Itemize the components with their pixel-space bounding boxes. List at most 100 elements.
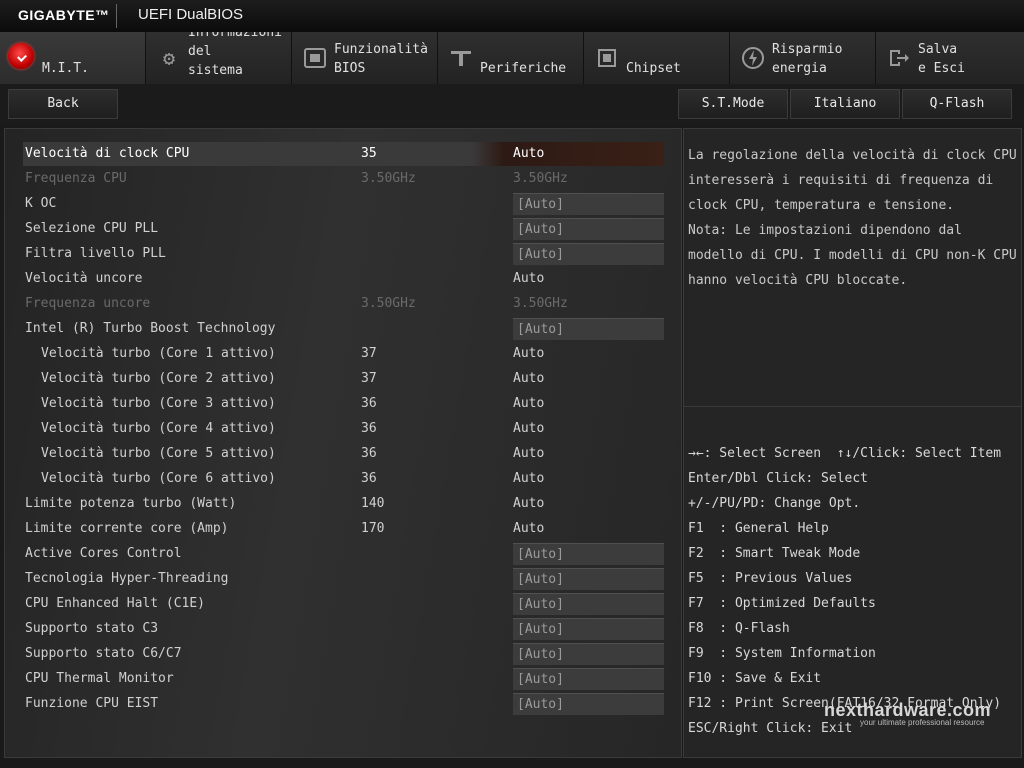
title-divider xyxy=(116,4,117,28)
tab-save-exit[interactable]: Salva e Esci xyxy=(876,32,1024,84)
brand-logo: GIGABYTE™ xyxy=(18,7,110,23)
bios-icon xyxy=(302,46,328,70)
setting-option-value[interactable]: Auto xyxy=(513,518,664,540)
setting-option-value[interactable]: Auto xyxy=(513,343,664,365)
tab-power[interactable]: Risparmio energia xyxy=(730,32,876,84)
setting-option-value[interactable]: [Auto] xyxy=(513,568,664,590)
setting-name: Velocità turbo (Core 1 attivo) xyxy=(41,346,276,361)
setting-option-value[interactable]: Auto xyxy=(513,143,664,165)
setting-current-value: 36 xyxy=(361,471,377,486)
tab-mit[interactable]: M.I.T. xyxy=(0,32,146,84)
setting-option-value[interactable]: Auto xyxy=(513,418,664,440)
setting-row[interactable]: CPU Thermal Monitor [Auto] xyxy=(5,667,681,691)
setting-row[interactable]: CPU Enhanced Halt (C1E) [Auto] xyxy=(5,592,681,616)
setting-option-value[interactable]: Auto xyxy=(513,493,664,515)
setting-name: K OC xyxy=(25,196,57,211)
setting-current-value: 36 xyxy=(361,396,377,411)
key-help-line: +/-/PU/PD: Change Opt. xyxy=(688,496,861,511)
tab-system-info[interactable]: ⚙ Informazioni del sistema xyxy=(146,32,292,84)
setting-name: Funzione CPU EIST xyxy=(25,696,159,711)
setting-option-value[interactable]: [Auto] xyxy=(513,193,664,215)
setting-row[interactable]: Frequenza CPU 3.50GHz 3.50GHz xyxy=(5,167,681,191)
key-help-line: Enter/Dbl Click: Select xyxy=(688,471,869,486)
setting-option-value[interactable]: [Auto] xyxy=(513,618,664,640)
setting-name: Velocità turbo (Core 5 attivo) xyxy=(41,446,276,461)
setting-option-value[interactable]: [Auto] xyxy=(513,243,664,265)
setting-row[interactable]: Velocità turbo (Core 5 attivo) 36 Auto xyxy=(5,442,681,466)
setting-row[interactable]: Velocità turbo (Core 3 attivo) 36 Auto xyxy=(5,392,681,416)
setting-row[interactable]: Velocità di clock CPU 35 Auto xyxy=(5,142,681,166)
setting-name: Frequenza uncore xyxy=(25,296,151,311)
title-bar: GIGABYTE™ UEFI DualBIOS xyxy=(0,0,1024,33)
setting-row[interactable]: Selezione CPU PLL [Auto] xyxy=(5,217,681,241)
language-button[interactable]: Italiano xyxy=(790,89,900,119)
setting-name: Selezione CPU PLL xyxy=(25,221,159,236)
setting-option-value[interactable]: [Auto] xyxy=(513,693,664,715)
setting-name: Limite potenza turbo (Watt) xyxy=(25,496,237,511)
tab-peripherals[interactable]: Periferiche xyxy=(438,32,584,84)
setting-option-value[interactable]: Auto xyxy=(513,393,664,415)
setting-name: Supporto stato C6/C7 xyxy=(25,646,182,661)
tab-bios-features[interactable]: Funzionalità BIOS xyxy=(292,32,438,84)
setting-row[interactable]: Velocità turbo (Core 2 attivo) 37 Auto xyxy=(5,367,681,391)
setting-row[interactable]: Velocità turbo (Core 4 attivo) 36 Auto xyxy=(5,417,681,441)
setting-row[interactable]: Frequenza uncore 3.50GHz 3.50GHz xyxy=(5,292,681,316)
setting-option-value[interactable]: [Auto] xyxy=(513,543,664,565)
tab-chipset[interactable]: Chipset xyxy=(584,32,730,84)
key-help-line: F8 : Q-Flash xyxy=(688,621,790,636)
setting-current-value: 170 xyxy=(361,521,385,536)
setting-option-value[interactable]: 3.50GHz xyxy=(513,168,664,190)
setting-row[interactable]: Limite potenza turbo (Watt) 140 Auto xyxy=(5,492,681,516)
setting-row[interactable]: Velocità turbo (Core 6 attivo) 36 Auto xyxy=(5,467,681,491)
setting-current-value: 37 xyxy=(361,346,377,361)
setting-row[interactable]: Funzione CPU EIST [Auto] xyxy=(5,692,681,716)
mit-icon xyxy=(8,43,34,69)
setting-option-value[interactable]: [Auto] xyxy=(513,593,664,615)
st-mode-button[interactable]: S.T.Mode xyxy=(678,89,788,119)
setting-name: Velocità turbo (Core 3 attivo) xyxy=(41,396,276,411)
setting-option-value[interactable]: [Auto] xyxy=(513,218,664,240)
setting-name: Supporto stato C3 xyxy=(25,621,159,636)
setting-option-value[interactable]: Auto xyxy=(513,268,664,290)
setting-row[interactable]: Intel (R) Turbo Boost Technology [Auto] xyxy=(5,317,681,341)
setting-current-value: 36 xyxy=(361,421,377,436)
setting-row[interactable]: K OC [Auto] xyxy=(5,192,681,216)
setting-row[interactable]: Velocità turbo (Core 1 attivo) 37 Auto xyxy=(5,342,681,366)
setting-row[interactable]: Supporto stato C6/C7 [Auto] xyxy=(5,642,681,666)
tab-label: M.I.T. xyxy=(42,61,89,76)
setting-name: Velocità turbo (Core 2 attivo) xyxy=(41,371,276,386)
setting-name: Velocità uncore xyxy=(25,271,143,286)
setting-option-value[interactable]: Auto xyxy=(513,368,664,390)
setting-option-value[interactable]: 3.50GHz xyxy=(513,293,664,315)
setting-row[interactable]: Limite corrente core (Amp) 170 Auto xyxy=(5,517,681,541)
key-help-line: F5 : Previous Values xyxy=(688,571,853,586)
setting-name: Limite corrente core (Amp) xyxy=(25,521,229,536)
setting-row[interactable]: Active Cores Control [Auto] xyxy=(5,542,681,566)
button-row: Back S.T.Mode Italiano Q-Flash xyxy=(0,84,1024,124)
setting-name: Filtra livello PLL xyxy=(25,246,166,261)
setting-row[interactable]: Tecnologia Hyper-Threading [Auto] xyxy=(5,567,681,591)
back-button[interactable]: Back xyxy=(8,89,118,119)
key-help-line: F10 : Save & Exit xyxy=(688,671,822,686)
tab-label: Informazioni del sistema xyxy=(188,32,282,78)
setting-row[interactable]: Filtra livello PLL [Auto] xyxy=(5,242,681,266)
setting-option-value[interactable]: [Auto] xyxy=(513,643,664,665)
setting-option-value[interactable]: Auto xyxy=(513,443,664,465)
setting-name: Velocità di clock CPU xyxy=(25,146,190,161)
watermark: nexthardware.com your ultimate professio… xyxy=(824,700,991,727)
setting-row[interactable]: Velocità uncore Auto xyxy=(5,267,681,291)
setting-row[interactable]: Supporto stato C3 [Auto] xyxy=(5,617,681,641)
setting-current-value: 140 xyxy=(361,496,385,511)
key-help-line: →←: Select Screen ↑↓/Click: Select Item xyxy=(688,446,1002,461)
setting-current-value: 3.50GHz xyxy=(361,296,416,311)
tab-label: Risparmio energia xyxy=(772,42,843,76)
help-panel: La regolazione della velocità di clock C… xyxy=(683,128,1022,408)
setting-option-value[interactable]: [Auto] xyxy=(513,318,664,340)
tab-label: Funzionalità BIOS xyxy=(334,42,428,76)
power-icon xyxy=(740,46,766,70)
setting-current-value: 3.50GHz xyxy=(361,171,416,186)
setting-option-value[interactable]: [Auto] xyxy=(513,668,664,690)
setting-option-value[interactable]: Auto xyxy=(513,468,664,490)
key-help-line: F2 : Smart Tweak Mode xyxy=(688,546,861,561)
q-flash-button[interactable]: Q-Flash xyxy=(902,89,1012,119)
